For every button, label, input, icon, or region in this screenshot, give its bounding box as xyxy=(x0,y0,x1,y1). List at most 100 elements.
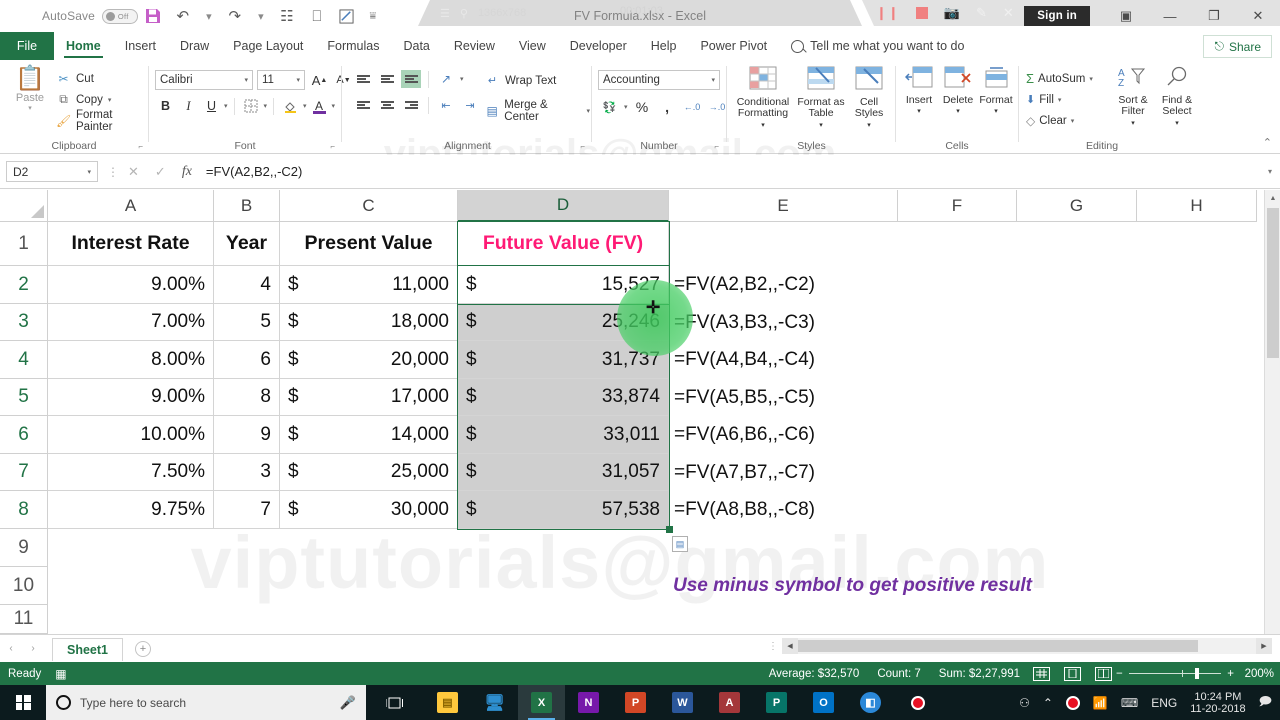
cell-B1[interactable]: Year xyxy=(214,222,280,266)
column-header-G[interactable]: G xyxy=(1017,190,1137,222)
row-header-9[interactable]: 9 xyxy=(0,529,48,567)
cell-C1[interactable]: Present Value xyxy=(280,222,458,266)
recorder-camera-icon[interactable]: 📷 xyxy=(944,5,960,21)
cell-B6[interactable]: 9 xyxy=(214,416,280,454)
font-color-button[interactable]: A xyxy=(309,96,330,116)
align-right-button[interactable] xyxy=(401,96,421,114)
taskbar-word[interactable]: W xyxy=(659,685,706,720)
vertical-scrollbar[interactable]: ▲ xyxy=(1264,190,1280,634)
cell-C8[interactable]: $30,000 xyxy=(280,491,458,529)
tab-file[interactable]: File xyxy=(0,32,54,60)
cell-B7[interactable]: 3 xyxy=(214,454,280,491)
merge-caret-icon[interactable]: ▾ xyxy=(586,107,590,115)
cell-styles-button[interactable]: Cell Styles ▾ xyxy=(847,66,891,131)
sheet-tab-sheet1[interactable]: Sheet1 xyxy=(52,638,123,661)
find-select-button[interactable]: Find & Select ▾ xyxy=(1155,66,1199,129)
merge-center-button[interactable]: ▤ Merge & Center ▾ xyxy=(485,99,590,123)
font-dialog-launcher[interactable]: ⌐ xyxy=(330,142,335,151)
insert-caret-icon[interactable]: ▾ xyxy=(917,106,921,118)
cancel-icon[interactable]: ✕ xyxy=(128,164,139,180)
cell-A7[interactable]: 7.50% xyxy=(48,454,214,491)
restore-button[interactable]: ❐ xyxy=(1192,0,1236,32)
keyboard-icon[interactable]: ⌨ xyxy=(1121,696,1138,710)
row-header-6[interactable]: 6 xyxy=(0,416,48,454)
align-center-button[interactable] xyxy=(377,96,397,114)
cell-E3[interactable]: =FV(A3,B3,,-C3) xyxy=(671,304,900,341)
column-header-D[interactable]: D xyxy=(458,190,669,222)
cell-E5[interactable]: =FV(A5,B5,,-C5) xyxy=(671,379,900,416)
align-top-button[interactable] xyxy=(353,70,373,88)
microphone-icon[interactable]: 🎤 xyxy=(340,695,356,711)
name-box[interactable]: D2 ▾ xyxy=(6,161,98,182)
alignment-dialog-launcher[interactable]: ⌐ xyxy=(580,142,585,151)
format-as-table-button[interactable]: Format as Table ▾ xyxy=(795,66,847,131)
decrease-decimal-button[interactable]: →.0 xyxy=(707,97,728,117)
taskbar-access[interactable]: A xyxy=(706,685,753,720)
tab-power-pivot[interactable]: Power Pivot xyxy=(688,32,779,60)
cell-D7[interactable]: $31,057 xyxy=(458,454,669,491)
cell-A3[interactable]: 7.00% xyxy=(48,304,214,341)
delete-caret-icon[interactable]: ▾ xyxy=(956,106,960,118)
fill-color-button[interactable] xyxy=(280,96,301,116)
show-hidden-icons[interactable]: ⌃ xyxy=(1043,696,1053,710)
column-header-H[interactable]: H xyxy=(1137,190,1257,222)
number-dialog-launcher[interactable]: ⌐ xyxy=(714,142,719,151)
row-header-4[interactable]: 4 xyxy=(0,341,48,379)
borders-button[interactable] xyxy=(241,96,262,116)
recorder-pause-icon[interactable]: ❙❙ xyxy=(876,5,900,21)
cell-C5[interactable]: $17,000 xyxy=(280,379,458,416)
add-sheet-button[interactable]: + xyxy=(135,640,151,657)
people-icon[interactable]: ⚇ xyxy=(1019,696,1030,710)
find-select-caret-icon[interactable]: ▾ xyxy=(1175,118,1179,130)
sign-in-button[interactable]: Sign in xyxy=(1024,6,1090,26)
column-header-B[interactable]: B xyxy=(214,190,280,222)
column-header-E[interactable]: E xyxy=(669,190,898,222)
accounting-format-button[interactable]: 💱 xyxy=(599,97,620,117)
row-header-7[interactable]: 7 xyxy=(0,454,48,491)
taskbar-save-app[interactable]: ◧ xyxy=(847,685,894,720)
zoom-out-button[interactable]: − xyxy=(1116,668,1123,680)
autosum-button[interactable]: Σ AutoSum ▾ xyxy=(1026,68,1093,89)
cell-B5[interactable]: 8 xyxy=(214,379,280,416)
qat-more-icon[interactable]: ⩸ xyxy=(362,1,384,31)
row-header-1[interactable]: 1 xyxy=(0,222,48,266)
underline-button[interactable]: U xyxy=(201,96,222,116)
number-format-select[interactable]: Accounting ▾ xyxy=(598,70,720,90)
recorder-stop-icon[interactable] xyxy=(915,7,928,19)
tab-draw[interactable]: Draw xyxy=(168,32,221,60)
clear-caret-icon[interactable]: ▾ xyxy=(1071,117,1075,125)
cell-C2[interactable]: $11,000 xyxy=(280,266,458,304)
task-view-button[interactable] xyxy=(372,685,416,720)
delete-cells-button[interactable]: Delete ▾ xyxy=(939,66,977,118)
decrease-indent-button[interactable]: ⇤ xyxy=(436,96,456,114)
page-layout-view-icon[interactable] xyxy=(1064,666,1081,681)
recorder-pencil-icon[interactable]: ✎ xyxy=(976,5,987,21)
increase-font-size-button[interactable]: A ▲ xyxy=(309,70,330,90)
cell-C6[interactable]: $14,000 xyxy=(280,416,458,454)
cell-B2[interactable]: 4 xyxy=(214,266,280,304)
orientation-caret-icon[interactable]: ▾ xyxy=(460,75,464,83)
cell-B4[interactable]: 6 xyxy=(214,341,280,379)
cell-styles-caret-icon[interactable]: ▾ xyxy=(867,120,871,132)
taskbar-publisher[interactable]: P xyxy=(753,685,800,720)
conditional-caret-icon[interactable]: ▾ xyxy=(761,120,765,132)
cell-C7[interactable]: $25,000 xyxy=(280,454,458,491)
sort-filter-caret-icon[interactable]: ▾ xyxy=(1131,118,1135,130)
cell-A1[interactable]: Interest Rate xyxy=(48,222,214,266)
underline-caret-icon[interactable]: ▾ xyxy=(224,102,228,110)
cell-B3[interactable]: 5 xyxy=(214,304,280,341)
align-left-button[interactable] xyxy=(353,96,373,114)
comma-style-button[interactable]: , xyxy=(657,97,678,117)
cell-A4[interactable]: 8.00% xyxy=(48,341,214,379)
format-caret-icon[interactable]: ▾ xyxy=(994,106,998,118)
tell-me-box[interactable]: Tell me what you want to do xyxy=(791,39,964,53)
quick-analysis-button[interactable]: ▤ xyxy=(672,536,688,552)
bold-button[interactable]: B xyxy=(155,96,176,116)
cell-D6[interactable]: $33,011 xyxy=(458,416,669,454)
cell-E8[interactable]: =FV(A8,B8,,-C8) xyxy=(671,491,900,529)
touch-mode-icon[interactable]: ☷ xyxy=(272,1,302,31)
align-bottom-button[interactable] xyxy=(401,70,421,88)
taskbar-search[interactable]: Type here to search 🎤 xyxy=(46,685,366,720)
increase-decimal-button[interactable]: ←.0 xyxy=(682,97,703,117)
macro-record-icon[interactable]: ▦ xyxy=(55,667,66,681)
